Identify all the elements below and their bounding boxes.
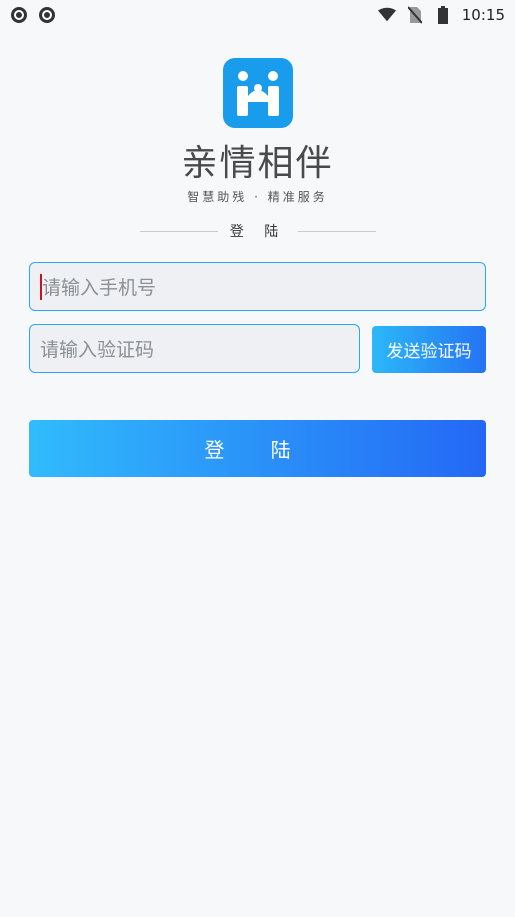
status-time: 10:15 <box>461 6 505 24</box>
family-logo-icon <box>222 58 293 128</box>
status-right: 10:15 <box>377 6 505 24</box>
app-name: 亲情相伴 <box>181 143 334 184</box>
phone-input[interactable]: 请输入手机号 <box>29 262 486 311</box>
divider-line-right <box>298 230 377 232</box>
slogan: 智慧助残 · 精准服务 <box>187 190 328 204</box>
divider-line-left <box>140 230 218 232</box>
sync-icon <box>38 6 56 24</box>
status-bar: 10:15 <box>0 0 515 30</box>
send-code-button[interactable]: 发送验证码 <box>372 326 486 373</box>
login-section-label: 登 陆 <box>229 224 287 240</box>
no-sim-icon <box>406 6 424 24</box>
login-button[interactable]: 登 陆 <box>29 420 486 477</box>
status-left <box>10 6 56 24</box>
wifi-icon <box>377 6 396 24</box>
code-placeholder: 请输入验证码 <box>40 339 155 361</box>
sync-icon <box>10 6 28 24</box>
battery-icon <box>434 6 452 24</box>
brand-block: 亲情相伴 智慧助残 · 精准服务 <box>0 58 515 205</box>
login-section-divider: 登 陆 <box>140 220 377 242</box>
phone-placeholder: 请输入手机号 <box>42 277 157 299</box>
verification-code-input[interactable]: 请输入验证码 <box>29 324 360 373</box>
